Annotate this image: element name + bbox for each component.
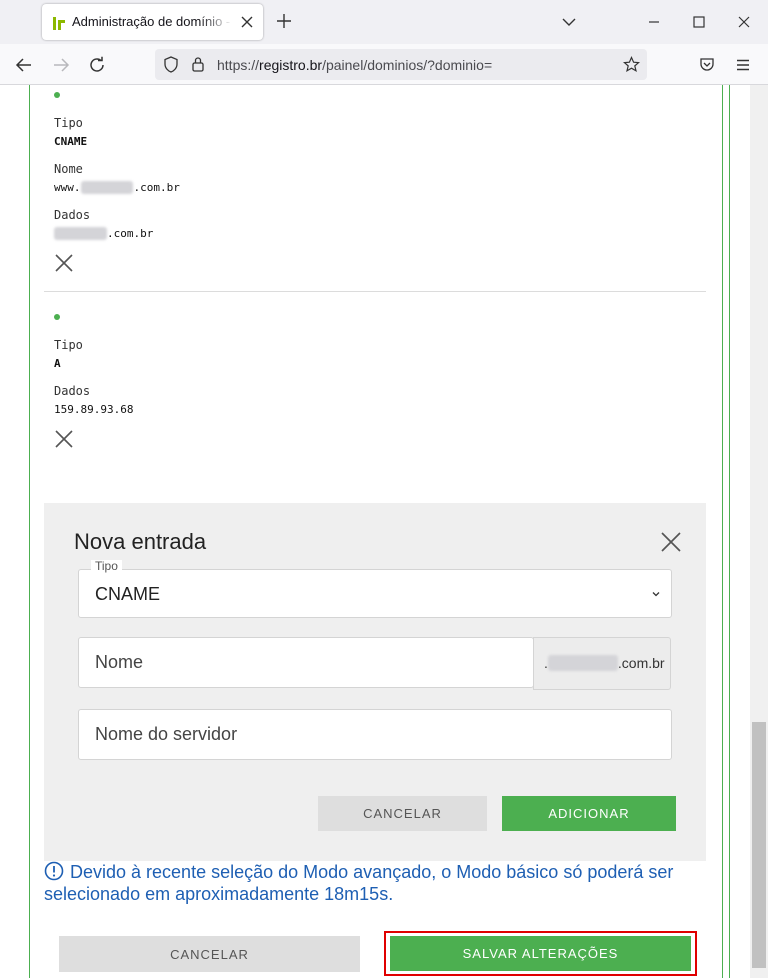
record-dados-suffix: .com.br: [106, 227, 154, 240]
url-text[interactable]: https://registro.br/painel/dominios/?dom…: [217, 57, 492, 73]
minimize-window-icon[interactable]: [645, 13, 663, 31]
domain-suffix-tld: .com.br: [617, 655, 665, 671]
record-nome-redacted: xxxxxxxx: [80, 181, 134, 194]
content-left-border: [29, 85, 30, 978]
tab-list-chevron-icon[interactable]: [560, 13, 578, 31]
content-right-border-outer: [729, 85, 730, 978]
domain-suffix-text: .xxxxxxxxxx.com.br: [544, 655, 665, 671]
browser-tab-active[interactable]: Administração de domínio - Registro.br: [42, 4, 263, 40]
dns-record-a: Tipo A Dados 159.89.93.68: [44, 292, 706, 492]
notice-text: Devido à recente seleção do Modo avançad…: [44, 862, 674, 904]
maximize-window-icon[interactable]: [690, 13, 708, 31]
mode-change-notice: Devido à recente seleção do Modo avançad…: [44, 861, 694, 905]
record-status-dot: [54, 92, 60, 98]
forward-arrow-icon[interactable]: [52, 56, 70, 74]
page-scrollbar[interactable]: [750, 85, 768, 978]
registro-br-favicon-icon: [53, 17, 65, 30]
record-status-dot: [54, 314, 60, 320]
record-dados-value: xxxxxxxx.com.br: [54, 227, 153, 240]
new-tab-plus-icon[interactable]: [276, 13, 292, 29]
delete-record-x-icon[interactable]: [54, 429, 74, 449]
record-tipo-value: CNAME: [54, 135, 88, 148]
save-changes-button[interactable]: SALVAR ALTERAÇÕES: [390, 936, 691, 971]
nome-input[interactable]: Nome: [78, 637, 534, 688]
hamburger-menu-icon[interactable]: [734, 56, 752, 74]
content-right-border: [722, 85, 723, 978]
back-arrow-icon[interactable]: [15, 56, 33, 74]
page-viewport: Tipo CNAME Nome www.xxxxxxxx.com.br Dado…: [0, 85, 768, 978]
record-tipo-label: Tipo: [54, 116, 83, 130]
record-tipo-value: A: [54, 357, 61, 370]
chevron-down-icon: [652, 592, 660, 597]
record-nome-value: www.xxxxxxxx.com.br: [54, 181, 180, 194]
tracking-shield-icon[interactable]: [163, 56, 179, 73]
browser-nav-bar: https://registro.br/painel/dominios/?dom…: [0, 44, 768, 85]
record-nome-label: Nome: [54, 162, 83, 176]
cancel-changes-button[interactable]: CANCELAR: [59, 936, 360, 972]
tab-title: Administração de domínio - Registro.br: [72, 14, 232, 29]
tipo-select[interactable]: Tipo CNAME: [78, 560, 672, 618]
domain-suffix-addon: .xxxxxxxxxx.com.br: [533, 637, 671, 690]
pocket-save-icon[interactable]: [698, 56, 716, 74]
tipo-select-legend: Tipo: [91, 560, 122, 572]
cancel-new-entry-button[interactable]: CANCELAR: [318, 796, 487, 831]
tab-close-icon[interactable]: [240, 15, 254, 29]
record-dados-redacted: xxxxxxxx: [54, 227, 107, 240]
record-tipo-label: Tipo: [54, 338, 83, 352]
close-window-icon[interactable]: [735, 13, 753, 31]
nome-servidor-input[interactable]: Nome do servidor: [78, 709, 672, 760]
info-icon: [44, 861, 64, 881]
tipo-select-value: CNAME: [95, 584, 161, 604]
url-domain: registro.br: [259, 57, 323, 73]
url-prefix: https://: [217, 57, 260, 73]
record-dados-label: Dados: [54, 208, 91, 222]
nome-servidor-placeholder: Nome do servidor: [95, 724, 238, 744]
bookmark-star-icon[interactable]: [623, 56, 640, 73]
browser-tab-bar: Administração de domínio - Registro.br: [0, 0, 768, 44]
reload-icon[interactable]: [88, 56, 106, 74]
record-nome-prefix: www.: [54, 181, 81, 194]
scrollbar-thumb[interactable]: [752, 722, 766, 968]
close-panel-x-icon[interactable]: [660, 531, 682, 553]
padlock-icon[interactable]: [191, 56, 205, 72]
delete-record-x-icon[interactable]: [54, 253, 74, 273]
nome-input-placeholder: Nome: [95, 652, 144, 672]
new-entry-title: Nova entrada: [74, 529, 207, 554]
address-bar[interactable]: https://registro.br/painel/dominios/?dom…: [155, 49, 647, 80]
new-entry-panel: Nova entrada Tipo CNAME Nome .xxxxxxxxxx…: [44, 503, 706, 861]
add-entry-button[interactable]: ADICIONAR: [502, 796, 676, 831]
record-nome-suffix: .com.br: [133, 181, 180, 194]
dns-record-cname: Tipo CNAME Nome www.xxxxxxxx.com.br Dado…: [44, 85, 706, 291]
record-dados-value: 159.89.93.68: [54, 403, 134, 416]
url-path: /painel/dominios/?dominio=: [322, 57, 493, 73]
domain-suffix-redacted: xxxxxxxxxx: [547, 655, 618, 671]
record-dados-label: Dados: [54, 384, 91, 398]
